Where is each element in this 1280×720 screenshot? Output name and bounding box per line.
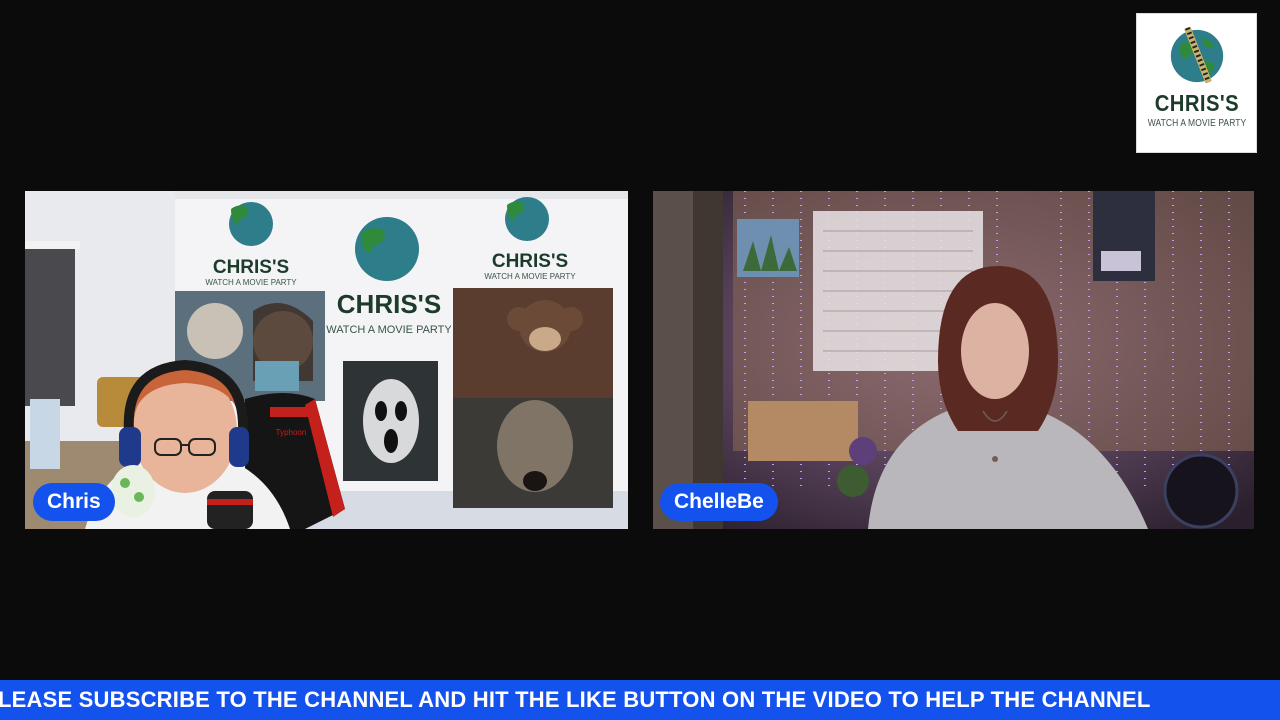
poster-wordmark-left: CHRIS'S xyxy=(213,257,289,278)
channel-logo: CHRIS'S WATCH A MOVIE PARTY xyxy=(1136,13,1257,153)
poster-tagline-right: WATCH A MOVIE PARTY xyxy=(484,272,576,281)
poster-tagline-center: WATCH A MOVIE PARTY xyxy=(326,324,452,336)
poster-wordmark-right: CHRIS'S xyxy=(492,251,568,272)
participant-name-chip: ChelleBe xyxy=(660,483,778,521)
participant-name-chip: Chris xyxy=(33,483,115,521)
video-tile-chris[interactable]: CHRIS'S WATCH A MOVIE PARTY CHRIS'S WATC… xyxy=(25,191,628,529)
poster-wordmark-center: CHRIS'S xyxy=(337,289,441,319)
video-tile-chellebe[interactable]: ChelleBe xyxy=(653,191,1254,529)
video-feed-chris: CHRIS'S WATCH A MOVIE PARTY CHRIS'S WATC… xyxy=(25,191,628,529)
stream-layout: CHRIS'S WATCH A MOVIE PARTY CHRIS'S WATC… xyxy=(0,0,1280,720)
subscribe-ticker: LEASE SUBSCRIBE TO THE CHANNEL AND HIT T… xyxy=(0,680,1280,720)
ticker-text: LEASE SUBSCRIBE TO THE CHANNEL AND HIT T… xyxy=(0,687,1151,712)
chair-brand-text: Typhoon xyxy=(276,428,307,437)
video-feed-chellebe xyxy=(653,191,1254,529)
poster-tagline-left: WATCH A MOVIE PARTY xyxy=(205,278,297,287)
logo-wordmark: CHRIS'S xyxy=(1154,90,1239,116)
logo-tagline: WATCH A MOVIE PARTY xyxy=(1147,118,1246,129)
globe-film-reel-icon xyxy=(1170,26,1223,84)
